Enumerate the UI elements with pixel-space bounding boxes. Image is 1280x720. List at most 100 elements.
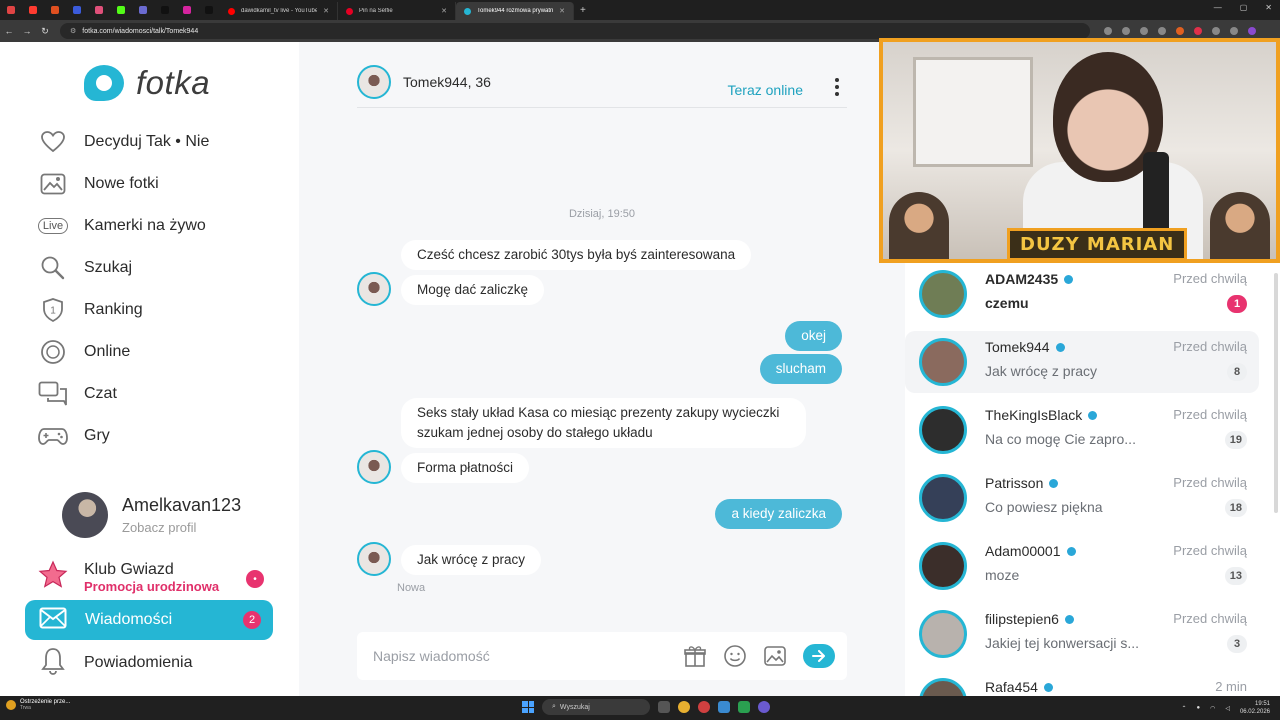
conversation-item[interactable]: Tomek944 Jak wrócę z pracy Przed chwilą 8 [905,331,1259,393]
taskbar-search[interactable]: ⌕ Wyszukaj [542,699,650,715]
sidebar-item-ranking[interactable]: 1 Ranking [0,289,299,331]
tab-youtube[interactable]: dawidkamil_tv live - YouTube ✕ [220,2,338,20]
sidebar-item-powiadomienia[interactable]: Powiadomienia [38,642,193,684]
tab-favicon[interactable] [22,0,44,20]
scrollbar[interactable] [1274,273,1278,513]
sidebar-item-gry[interactable]: Gry [0,415,299,457]
conversation-time: Przed chwilą [1173,407,1247,422]
sidebar-item-online[interactable]: Online [0,331,299,373]
warning-sub: Trwa [20,705,31,711]
extension-icon[interactable] [1176,27,1184,35]
share-icon[interactable] [1140,27,1148,35]
avatar[interactable] [62,492,108,538]
close-window-icon[interactable]: ✕ [1265,3,1272,12]
avatar[interactable] [357,64,391,99]
avatar[interactable] [357,272,391,306]
extension-icon[interactable] [1194,27,1202,35]
back-icon[interactable]: ← [0,26,18,36]
tab-favicon[interactable] [198,0,220,20]
close-icon[interactable]: ✕ [323,7,329,15]
site-info-icon[interactable]: ⚙ [70,27,76,35]
profile-card[interactable]: Amelkavan123 Zobacz profil [62,492,241,538]
send-button[interactable] [803,644,835,668]
weather-widget[interactable]: Ostrzeżenie prze... Trwa [6,699,70,711]
conversation-item[interactable]: Adam00001 moze Przed chwilą 13 [905,535,1259,597]
url-field[interactable]: ⚙ fotka.com/wiadomosci/talk/Tomek944 [60,23,1090,39]
online-icon [38,339,68,365]
star-icon[interactable] [1158,27,1166,35]
more-options-icon[interactable] [835,78,841,96]
zoom-icon[interactable] [1104,27,1112,35]
conversation-time: Przed chwilą [1173,271,1247,286]
chat-partner-name[interactable]: Tomek944, 36 [403,74,491,90]
fotka-logo[interactable]: fotka [84,64,210,102]
gift-icon[interactable] [683,644,707,668]
profile-icon[interactable] [1248,27,1256,35]
download-icon[interactable] [1230,27,1238,35]
sidebar-item-klub-gwiazd[interactable]: Klub Gwiazd Promocja urodzinowa • [38,560,278,595]
discord-icon[interactable] [758,701,770,713]
tab-favicon[interactable] [110,0,132,20]
close-icon[interactable]: ✕ [559,7,565,15]
tab-favicon[interactable] [176,0,198,20]
task-view-icon[interactable] [658,701,670,713]
sidebar-item-czat[interactable]: Czat [0,373,299,415]
avatar[interactable] [919,610,967,658]
volume-icon[interactable]: ◁ [1225,705,1230,712]
maximize-icon[interactable]: ▢ [1240,3,1248,12]
tab-favicon[interactable] [132,0,154,20]
emoji-icon[interactable] [723,644,747,668]
mic-icon[interactable]: ● [1196,705,1200,711]
minimize-icon[interactable]: — [1214,3,1222,12]
tab-pinterest[interactable]: Pin na Selfie ✕ [338,2,456,20]
sidebar-item-nowe-fotki[interactable]: Nowe fotki [0,163,299,205]
windows-start-icon[interactable] [522,701,534,713]
clock[interactable]: 19:51 06.02.2026 [1240,700,1270,716]
tab-favicon[interactable] [154,0,176,20]
app-icon[interactable] [698,701,710,713]
sidebar-item-label: Online [84,343,131,360]
chrome-icon[interactable] [678,701,690,713]
tab-favicon[interactable] [88,0,110,20]
avatar[interactable] [919,542,967,590]
reload-icon[interactable]: ↻ [36,26,54,37]
chevron-up-icon[interactable]: ⌃ [1181,705,1186,712]
cast-icon[interactable] [1122,27,1130,35]
conversation-item[interactable]: Patrisson Co powiesz piękna Przed chwilą 18 [905,467,1259,529]
app-icon[interactable] [738,701,750,713]
conversation-item[interactable]: TheKingIsBlack Na co mogę Cie zapro... Prz… [905,399,1259,461]
avatar[interactable] [919,270,967,318]
sidebar-item-wiadomosci[interactable]: Wiadomości 2 [25,600,273,640]
conversation-name-text: filipstepien6 [985,611,1059,627]
new-tab-button[interactable]: + [580,5,586,16]
tab-favicon[interactable] [0,0,22,20]
view-profile-link[interactable]: Zobacz profil [122,520,241,535]
avatar[interactable] [357,450,391,484]
avatar[interactable] [919,406,967,454]
message-input[interactable] [373,648,673,664]
tab-favicon[interactable] [66,0,88,20]
wifi-icon[interactable]: ◠ [1210,705,1215,712]
tab-favicon[interactable] [44,0,66,20]
message-outgoing: a kiedy zaliczka [715,499,842,529]
puzzle-icon[interactable] [1212,27,1220,35]
sidebar-item-kamerki[interactable]: Live Kamerki na żywo [0,205,299,247]
heart-icon [38,129,68,155]
verified-icon [1088,410,1098,420]
sidebar-item-szukaj[interactable]: Szukaj [0,247,299,289]
conversation-item[interactable]: filipstepien6 Jakiej tej konwersacji s...… [905,603,1259,665]
forward-icon[interactable]: → [18,26,36,36]
close-icon[interactable]: ✕ [441,7,447,15]
image-upload-icon[interactable] [763,644,787,668]
star-icon [38,560,68,595]
conversation-name-text: ADAM2435 [985,271,1059,287]
sidebar-item-decyduj[interactable]: Decyduj Tak • Nie [0,121,299,163]
conversation-item[interactable]: ADAM2435 czemu Przed chwilą 1 [905,263,1259,325]
sidebar-item-label: Powiadomienia [84,654,193,671]
avatar[interactable] [919,474,967,522]
tab-fotka[interactable]: Tomek944 rozmowa prywatna ✕ [456,2,574,20]
sidebar: fotka Decyduj Tak • Nie Nowe fotki Live … [0,42,299,696]
avatar[interactable] [357,542,391,576]
app-icon[interactable] [718,701,730,713]
avatar[interactable] [919,338,967,386]
